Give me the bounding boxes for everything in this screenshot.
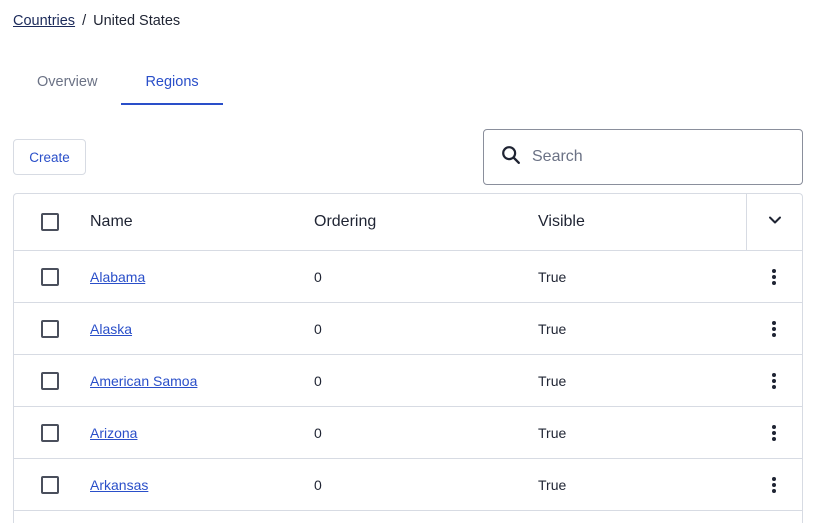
table-row: American Samoa 0 True	[14, 355, 802, 407]
column-header-ordering[interactable]: Ordering	[314, 194, 376, 250]
columns-menu-button[interactable]	[746, 194, 802, 250]
region-name-link[interactable]: Alaska	[90, 321, 132, 337]
region-name-link[interactable]: Alabama	[90, 269, 145, 285]
row-actions-icon[interactable]	[764, 421, 784, 445]
row-checkbox[interactable]	[41, 371, 59, 390]
row-actions-icon[interactable]	[764, 473, 784, 497]
row-actions-icon[interactable]	[764, 369, 784, 393]
table-row: Arkansas 0 True	[14, 459, 802, 511]
region-ordering: 0	[314, 268, 322, 285]
tab-overview[interactable]: Overview	[13, 60, 121, 105]
region-visible: True	[538, 424, 567, 441]
breadcrumb-separator: /	[82, 13, 87, 29]
search-icon	[500, 144, 522, 171]
chevron-down-icon	[768, 213, 782, 232]
search-input[interactable]	[532, 148, 782, 166]
regions-table: Name Ordering Visible Alabama 0 True Ala…	[13, 193, 803, 523]
column-header-visible[interactable]: Visible	[538, 194, 585, 250]
select-all-checkbox[interactable]	[41, 213, 59, 231]
row-checkbox[interactable]	[41, 267, 59, 286]
breadcrumb: Countries / United States	[13, 12, 180, 30]
region-name-link[interactable]: Arkansas	[90, 477, 148, 493]
region-ordering: 0	[314, 320, 322, 337]
table-row: Alaska 0 True	[14, 303, 802, 355]
region-visible: True	[538, 320, 567, 337]
row-actions-icon[interactable]	[764, 265, 784, 289]
region-ordering: 0	[314, 372, 322, 389]
region-ordering: 0	[314, 476, 322, 493]
breadcrumb-current: United States	[93, 13, 181, 29]
region-name-link[interactable]: American Samoa	[90, 373, 197, 389]
table-header-row: Name Ordering Visible	[14, 194, 802, 251]
search-box	[483, 129, 803, 185]
region-visible: True	[538, 476, 567, 493]
region-visible: True	[538, 268, 567, 285]
tab-bar: Overview Regions	[13, 60, 223, 105]
row-checkbox[interactable]	[41, 319, 59, 338]
table-row: Arizona 0 True	[14, 407, 802, 459]
table-row: Alabama 0 True	[14, 251, 802, 303]
row-checkbox[interactable]	[41, 475, 59, 494]
breadcrumb-countries-link[interactable]: Countries	[13, 12, 75, 30]
region-visible: True	[538, 372, 567, 389]
region-ordering: 0	[314, 424, 322, 441]
column-header-name[interactable]: Name	[90, 194, 133, 250]
row-checkbox[interactable]	[41, 423, 59, 442]
create-button[interactable]: Create	[13, 139, 86, 175]
region-name-link[interactable]: Arizona	[90, 425, 137, 441]
row-actions-icon[interactable]	[764, 317, 784, 341]
tab-regions[interactable]: Regions	[121, 60, 223, 105]
